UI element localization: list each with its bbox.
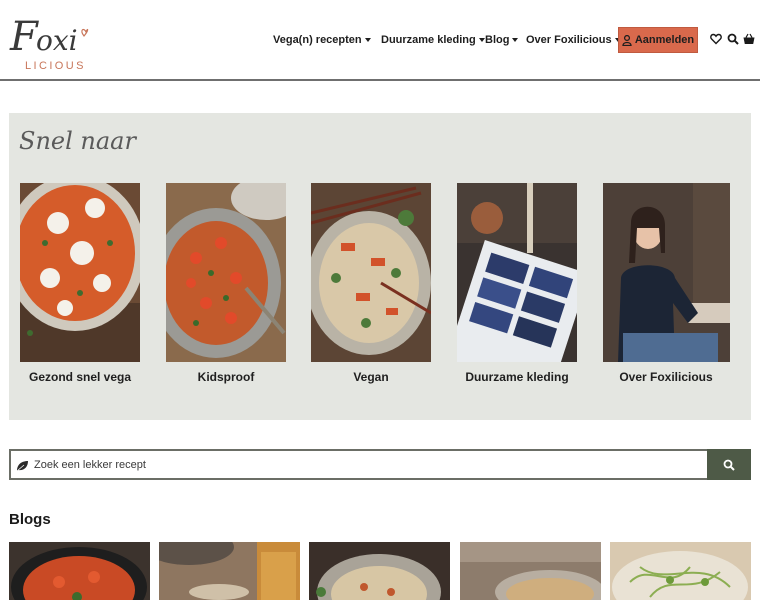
quicklink-card-kidsproof[interactable]: Kidsproof bbox=[166, 183, 286, 384]
logo-script-icon: F oxi bbox=[9, 14, 89, 60]
blogs-heading: Blogs bbox=[9, 511, 51, 528]
quicklinks-panel: Snel naar Gezond snel vega Kidsproof Veg… bbox=[9, 113, 751, 420]
card-image bbox=[166, 183, 286, 362]
quicklink-card-gezond[interactable]: Gezond snel vega bbox=[20, 183, 140, 384]
login-button[interactable]: Aanmelden bbox=[618, 27, 698, 53]
blog-image bbox=[9, 542, 150, 600]
search-icon[interactable] bbox=[727, 33, 739, 45]
blog-image bbox=[460, 542, 601, 600]
nav-label: Duurzame kleding bbox=[381, 34, 476, 46]
quicklink-card-over[interactable]: Over Foxilicious bbox=[603, 183, 730, 384]
blog-image bbox=[159, 542, 300, 600]
nav-item-kleding[interactable]: Duurzame kleding bbox=[381, 32, 485, 48]
blog-card[interactable] bbox=[460, 542, 601, 600]
card-label: Over Foxilicious bbox=[619, 370, 713, 384]
nav-item-blog[interactable]: Blog bbox=[485, 32, 519, 48]
search-icon bbox=[723, 459, 735, 471]
card-image bbox=[20, 183, 140, 362]
nav-item-over[interactable]: Over Foxilicious bbox=[526, 32, 621, 48]
quicklinks-title: Snel naar bbox=[17, 119, 147, 164]
login-label: Aanmelden bbox=[634, 34, 695, 46]
nav-label: Vega(n) recepten bbox=[273, 34, 362, 46]
card-image bbox=[603, 183, 730, 362]
quicklink-card-vegan[interactable]: Vegan bbox=[311, 183, 431, 384]
blog-image bbox=[309, 542, 450, 600]
card-label: Vegan bbox=[353, 370, 389, 384]
card-image bbox=[311, 183, 431, 362]
chevron-down-icon bbox=[364, 38, 371, 42]
blog-card[interactable] bbox=[159, 542, 300, 600]
search-input[interactable] bbox=[34, 455, 704, 475]
recipe-search bbox=[9, 449, 751, 480]
chevron-down-icon bbox=[512, 38, 519, 42]
svg-text:F: F bbox=[9, 14, 39, 60]
logo-subtitle: LICIOUS bbox=[25, 60, 86, 72]
chevron-down-icon bbox=[478, 38, 485, 42]
nav-label: Over Foxilicious bbox=[526, 34, 612, 46]
leaf-icon bbox=[16, 461, 28, 472]
quicklink-card-kleding[interactable]: Duurzame kleding bbox=[457, 183, 577, 384]
basket-icon[interactable] bbox=[743, 33, 755, 45]
card-label: Gezond snel vega bbox=[28, 370, 132, 384]
quicklinks-title-text: Snel naar bbox=[19, 127, 137, 155]
blog-card[interactable] bbox=[610, 542, 751, 600]
script-title-icon: Snel naar bbox=[19, 127, 137, 155]
blog-card[interactable] bbox=[9, 542, 150, 600]
card-image bbox=[457, 183, 577, 362]
site-logo[interactable]: F oxi LICIOUS bbox=[8, 6, 100, 74]
blog-image bbox=[610, 542, 751, 600]
site-header: F oxi LICIOUS Vega(n) recepten Duurzame … bbox=[0, 0, 760, 81]
card-label: Kidsproof bbox=[197, 370, 255, 384]
nav-label: Blog bbox=[485, 34, 510, 46]
nav-item-recepten[interactable]: Vega(n) recepten bbox=[273, 32, 371, 48]
blog-card[interactable] bbox=[309, 542, 450, 600]
svg-text:oxi: oxi bbox=[36, 24, 78, 57]
heart-icon[interactable] bbox=[710, 33, 722, 45]
user-icon bbox=[622, 34, 632, 46]
card-label: Duurzame kleding bbox=[465, 370, 569, 384]
search-button[interactable] bbox=[707, 449, 751, 480]
